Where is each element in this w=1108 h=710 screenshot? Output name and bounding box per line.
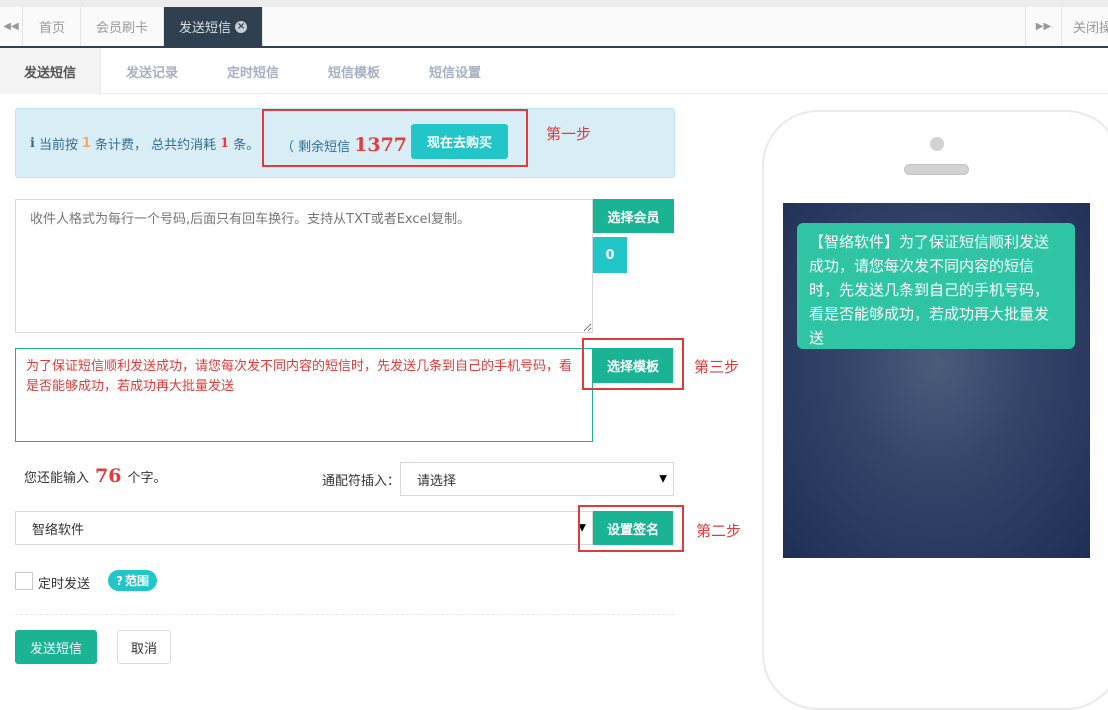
info-icon: ℹ <box>30 136 35 151</box>
message-preview-bubble: 【智络软件】为了保证短信顺利发送成功，请您每次发不同内容的短信时，先发送几条到自… <box>797 223 1075 349</box>
step-two-label: 第二步 <box>696 522 742 540</box>
recipients-input[interactable] <box>15 199 593 333</box>
close-tab-icon[interactable]: × <box>235 20 248 33</box>
highlight-step-three <box>582 338 684 390</box>
close-operations-menu[interactable]: 关闭操 <box>1073 7 1108 46</box>
remaining-chars: 您还能输入 76 个字。 <box>24 465 166 487</box>
billing-info-line: ℹ 当前按 1 条计费， 总共约消耗 1 条。 <box>30 134 259 153</box>
phone-speaker <box>904 164 969 175</box>
subtab-send-records[interactable]: 发送记录 <box>126 48 178 94</box>
range-help-badge[interactable]: ? 范围 <box>108 570 157 591</box>
info-suffix: 条。 <box>233 138 260 153</box>
chevron-down-icon: ▼ <box>659 473 667 485</box>
info-mid: 条计费， 总共约消耗 <box>95 138 217 153</box>
tab-home-label: 首页 <box>39 21 66 36</box>
wildcard-select[interactable]: 请选择 ▼ <box>400 462 674 496</box>
subtab-sms-templates[interactable]: 短信模板 <box>328 48 380 94</box>
wildcard-selected: 请选择 <box>417 473 457 489</box>
question-icon: ? <box>116 573 123 588</box>
tab-member-card[interactable]: 会员刷卡 <box>81 7 165 46</box>
divider <box>15 614 675 615</box>
tab-home[interactable]: 首页 <box>24 7 82 46</box>
sms-content-input[interactable]: 为了保证短信顺利发送成功，请您每次发不同内容的短信时，先发送几条到自己的手机号码… <box>15 348 593 442</box>
per-count: 1 <box>81 136 92 151</box>
schedule-label: 定时发送 <box>38 577 91 592</box>
cancel-button[interactable]: 取消 <box>117 630 171 664</box>
signature-selected: 智络软件 <box>32 522 85 538</box>
send-sms-button[interactable]: 发送短信 <box>15 630 97 664</box>
range-label: 范围 <box>124 574 149 588</box>
wildcard-label: 通配符插入： <box>322 474 401 489</box>
total-count: 1 <box>220 136 230 151</box>
highlight-step-two <box>578 505 684 552</box>
tab-send-sms[interactable]: 发送短信 × <box>164 7 264 46</box>
phone-camera <box>930 137 944 151</box>
remaining-suffix: 个字。 <box>127 470 167 486</box>
sub-tabs: 发送短信 发送记录 定时短信 短信模板 短信设置 <box>0 48 1108 94</box>
remaining-prefix: 您还能输入 <box>24 470 90 486</box>
tab-scroll-right-icon[interactable]: ▶▶ <box>1025 7 1062 46</box>
signature-select[interactable]: 智络软件 ▼ <box>15 511 593 545</box>
highlight-step-one <box>262 109 528 167</box>
recipient-count-badge: 0 <box>593 237 627 273</box>
tab-member-card-label: 会员刷卡 <box>96 21 149 36</box>
remaining-chars-count: 76 <box>95 465 122 487</box>
step-one-label: 第一步 <box>546 125 592 143</box>
top-tab-bar: ◀◀ 首页 会员刷卡 发送短信 × ▶▶ 关闭操 <box>0 0 1108 48</box>
subtab-sms-settings[interactable]: 短信设置 <box>429 48 481 94</box>
tab-scroll-left-icon[interactable]: ◀◀ <box>0 7 23 46</box>
schedule-checkbox[interactable] <box>15 572 33 590</box>
info-prefix: 当前按 <box>38 138 78 153</box>
step-three-label: 第三步 <box>694 358 740 376</box>
subtab-scheduled-sms[interactable]: 定时短信 <box>227 48 279 94</box>
select-member-button[interactable]: 选择会员 <box>593 199 674 233</box>
subtab-send-sms[interactable]: 发送短信 <box>0 48 102 94</box>
tab-send-sms-label: 发送短信 <box>179 21 232 36</box>
